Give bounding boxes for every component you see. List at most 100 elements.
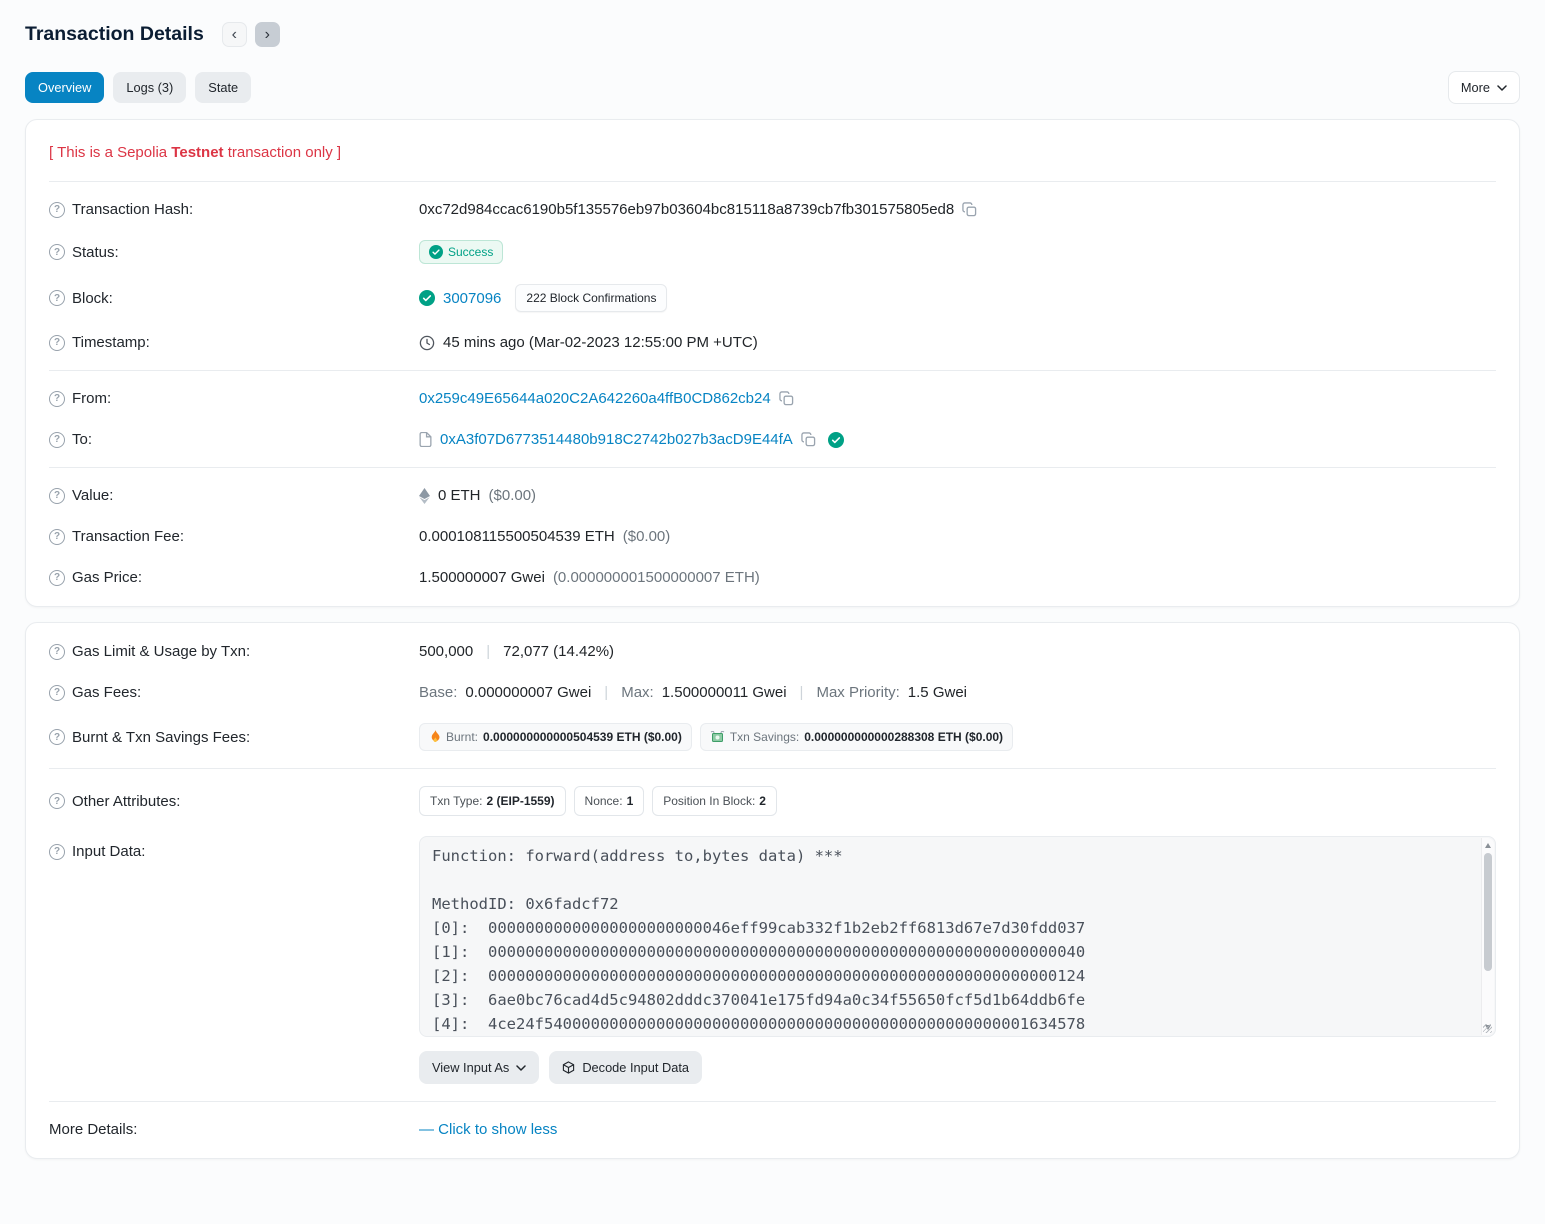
scrollbar-thumb[interactable] [1484, 853, 1492, 971]
burnt-fee-badge: Burnt: 0.000000000000504539 ETH ($0.00) [419, 723, 692, 751]
prev-transaction-button[interactable]: ‹ [222, 22, 247, 47]
contract-document-icon [419, 432, 432, 447]
help-icon[interactable]: ? [49, 729, 65, 745]
divider [49, 467, 1496, 468]
question-glyph: ? [54, 646, 60, 657]
nonce-label: Nonce: [585, 794, 623, 808]
resize-grip[interactable] [1483, 1024, 1492, 1033]
next-transaction-button[interactable]: › [255, 22, 280, 47]
separator: | [800, 684, 804, 701]
tabs: Overview Logs (3) State [25, 72, 251, 103]
page-header: Transaction Details ‹ › [25, 14, 1520, 71]
nonce-badge: Nonce: 1 [574, 786, 645, 816]
timestamp-value: 45 mins ago (Mar-02-2023 12:55:00 PM +UT… [443, 334, 758, 351]
chevron-left-icon: ‹ [232, 27, 237, 43]
row-status: ? Status: Success [49, 230, 1496, 274]
question-glyph: ? [54, 393, 60, 404]
copy-icon [962, 202, 977, 217]
eth-icon [419, 488, 430, 504]
from-label: From: [72, 390, 111, 407]
help-icon[interactable]: ? [49, 391, 65, 407]
scroll-up-arrow-icon[interactable] [1485, 843, 1491, 848]
help-icon[interactable]: ? [49, 432, 65, 448]
txn-savings-label: Txn Savings: [730, 730, 799, 744]
help-icon[interactable]: ? [49, 529, 65, 545]
help-icon[interactable]: ? [49, 290, 65, 306]
more-button[interactable]: More [1448, 71, 1520, 104]
txn-savings-badge: Txn Savings: 0.000000000000288308 ETH ($… [700, 723, 1013, 751]
help-icon[interactable]: ? [49, 335, 65, 351]
check-circle-icon [429, 245, 443, 259]
tab-state[interactable]: State [195, 72, 251, 103]
overview-card: [ This is a Sepolia Testnet transaction … [25, 119, 1520, 607]
gas-price-label: Gas Price: [72, 569, 142, 586]
from-address-link[interactable]: 0x259c49E65644a020C2A642260a4ffB0CD862cb… [419, 390, 771, 407]
input-data-label: Input Data: [72, 843, 145, 860]
tabs-row: Overview Logs (3) State More [25, 71, 1520, 104]
burnt-savings-label: Burnt & Txn Savings Fees: [72, 729, 250, 746]
row-gas-limit: ? Gas Limit & Usage by Txn: 500,000 | 72… [49, 631, 1496, 672]
input-data-text: Function: forward(address to,bytes data)… [420, 837, 1495, 1037]
check-circle-icon [419, 290, 435, 306]
status-badge: Success [419, 240, 503, 264]
divider [49, 1101, 1496, 1102]
help-icon[interactable]: ? [49, 644, 65, 660]
show-less-link[interactable]: — Click to show less [419, 1121, 557, 1138]
tab-logs[interactable]: Logs (3) [113, 72, 186, 103]
transaction-fee-label: Transaction Fee: [72, 528, 184, 545]
help-icon[interactable]: ? [49, 793, 65, 809]
chevron-right-icon: › [265, 27, 270, 43]
question-glyph: ? [54, 531, 60, 542]
question-glyph: ? [54, 337, 60, 348]
copy-from-address-button[interactable] [779, 391, 794, 406]
view-input-as-button[interactable]: View Input As [419, 1051, 539, 1084]
divider [49, 768, 1496, 769]
details-card: ? Gas Limit & Usage by Txn: 500,000 | 72… [25, 622, 1520, 1159]
decode-cube-icon [562, 1061, 575, 1074]
gas-usage-value: 72,077 (14.42%) [503, 643, 614, 660]
row-to: ? To: 0xA3f07D6773514480b918C2742b027b3a… [49, 419, 1496, 460]
question-glyph: ? [54, 490, 60, 501]
help-icon[interactable]: ? [49, 488, 65, 504]
txn-type-value: 2 (EIP-1559) [486, 794, 554, 808]
tab-overview[interactable]: Overview [25, 72, 104, 103]
copy-icon [779, 391, 794, 406]
base-fee-value: 0.000000007 Gwei [465, 684, 591, 701]
copy-hash-button[interactable] [962, 202, 977, 217]
scrollbar[interactable] [1481, 838, 1494, 1035]
question-glyph: ? [54, 796, 60, 807]
input-data-box[interactable]: Function: forward(address to,bytes data)… [419, 836, 1496, 1037]
help-icon[interactable]: ? [49, 570, 65, 586]
copy-icon [801, 432, 816, 447]
txn-type-label: Txn Type: [430, 794, 482, 808]
input-data-actions: View Input As Decode Input Data [419, 1051, 1496, 1084]
help-icon[interactable]: ? [49, 202, 65, 218]
row-other-attributes: ? Other Attributes: Txn Type: 2 (EIP-155… [49, 776, 1496, 826]
row-label-group: ? Transaction Hash: [49, 201, 419, 218]
notice-text: [ This is a Sepolia [49, 144, 171, 161]
help-icon[interactable]: ? [49, 244, 65, 260]
more-details-label: More Details: [49, 1121, 137, 1138]
help-icon[interactable]: ? [49, 844, 65, 860]
max-fee-value: 1.500000011 Gwei [662, 684, 787, 701]
row-gas-price: ? Gas Price: 1.500000007 Gwei (0.0000000… [49, 557, 1496, 598]
row-block: ? Block: 3007096 222 Block Confirmations [49, 274, 1496, 322]
copy-to-address-button[interactable] [801, 432, 816, 447]
to-address-link[interactable]: 0xA3f07D6773514480b918C2742b027b3acD9E44… [440, 431, 793, 448]
block-number-link[interactable]: 3007096 [443, 290, 501, 307]
row-timestamp: ? Timestamp: 45 mins ago (Mar-02-2023 12… [49, 322, 1496, 363]
decode-input-data-label: Decode Input Data [582, 1060, 689, 1075]
burnt-value: 0.000000000000504539 ETH ($0.00) [483, 730, 682, 744]
question-glyph: ? [54, 732, 60, 743]
row-transaction-hash: ? Transaction Hash: 0xc72d984ccac6190b5f… [49, 189, 1496, 230]
decode-input-data-button[interactable]: Decode Input Data [549, 1051, 702, 1084]
separator: | [486, 643, 490, 660]
page-title: Transaction Details [25, 23, 204, 46]
question-glyph: ? [54, 846, 60, 857]
chevron-down-icon [516, 1065, 526, 1071]
transaction-details-page: Transaction Details ‹ › Overview Logs (3… [0, 0, 1545, 1194]
chevron-down-icon [1497, 85, 1507, 91]
fire-icon [429, 730, 441, 744]
verified-check-icon [828, 432, 844, 448]
help-icon[interactable]: ? [49, 685, 65, 701]
